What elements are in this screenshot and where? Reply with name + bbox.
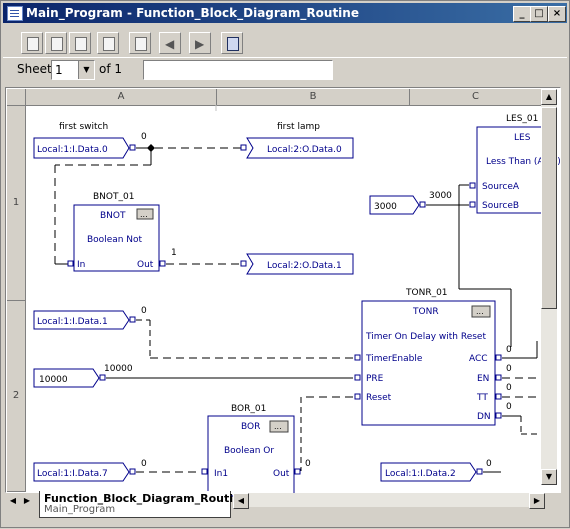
scroll-right-icon[interactable]: ▶ — [529, 493, 545, 509]
grid-corner — [7, 89, 26, 106]
sheet-select[interactable]: 1 ▼ — [51, 60, 95, 80]
next-sheet-icon[interactable]: ▶ — [189, 32, 211, 54]
sheet-select-value: 1 — [55, 63, 63, 77]
prev-sheet-icon[interactable]: ◀ — [159, 32, 181, 54]
sheet-label: Sheet — [17, 62, 52, 76]
scroll-down-icon[interactable]: ▼ — [541, 469, 557, 485]
minimize-button[interactable]: _ — [513, 6, 531, 22]
horizontal-scrollbar[interactable]: ◀ ▶ — [233, 493, 545, 509]
diagram-canvas[interactable] — [5, 87, 561, 493]
column-header-c: C — [410, 89, 542, 106]
delete-sheet-icon[interactable] — [129, 32, 151, 54]
edit-icon[interactable] — [45, 32, 67, 54]
scroll-left-icon[interactable]: ◀ — [233, 493, 249, 509]
tab-routine[interactable]: Function_Block_Diagram_Routine Main_Prog… — [39, 491, 248, 518]
scroll-up-icon[interactable]: ▲ — [541, 89, 557, 105]
row-header-2: 2 — [7, 301, 26, 492]
row-header-1: 1 — [7, 106, 26, 301]
fbd-window: Main_Program - Function_Block_Diagram_Ro… — [0, 0, 570, 528]
sheet-count: of 1 — [99, 62, 123, 76]
tab-first-icon[interactable]: ◀ — [7, 495, 19, 507]
sheet-bar: Sheet 1 ▼ of 1 — [3, 57, 567, 84]
vertical-scrollbar[interactable]: ▲ ▼ — [541, 89, 557, 485]
tab-subtitle: Main_Program — [44, 504, 116, 515]
verify-icon[interactable] — [69, 32, 91, 54]
vertical-scroll-thumb[interactable] — [541, 107, 557, 309]
toolbar: ◀ ▶ — [11, 29, 245, 55]
routine-icon — [7, 6, 23, 21]
column-header-b: B — [217, 89, 410, 106]
zoom-icon[interactable] — [221, 32, 243, 54]
new-sheet-icon[interactable] — [97, 32, 119, 54]
close-button[interactable]: × — [548, 6, 566, 22]
column-header-a: A — [26, 89, 217, 106]
restore-button[interactable]: □ — [530, 6, 548, 22]
window-title: Main_Program - Function_Block_Diagram_Ro… — [26, 6, 359, 20]
chevron-down-icon[interactable]: ▼ — [78, 61, 94, 79]
tab-next-icon[interactable]: ▶ — [21, 495, 33, 507]
bottom-bar: ◀ ▶ Function_Block_Diagram_Routine Main_… — [3, 491, 567, 525]
properties-icon[interactable] — [21, 32, 43, 54]
title-bar[interactable]: Main_Program - Function_Block_Diagram_Ro… — [3, 3, 567, 23]
sheet-description-input[interactable] — [143, 60, 333, 80]
